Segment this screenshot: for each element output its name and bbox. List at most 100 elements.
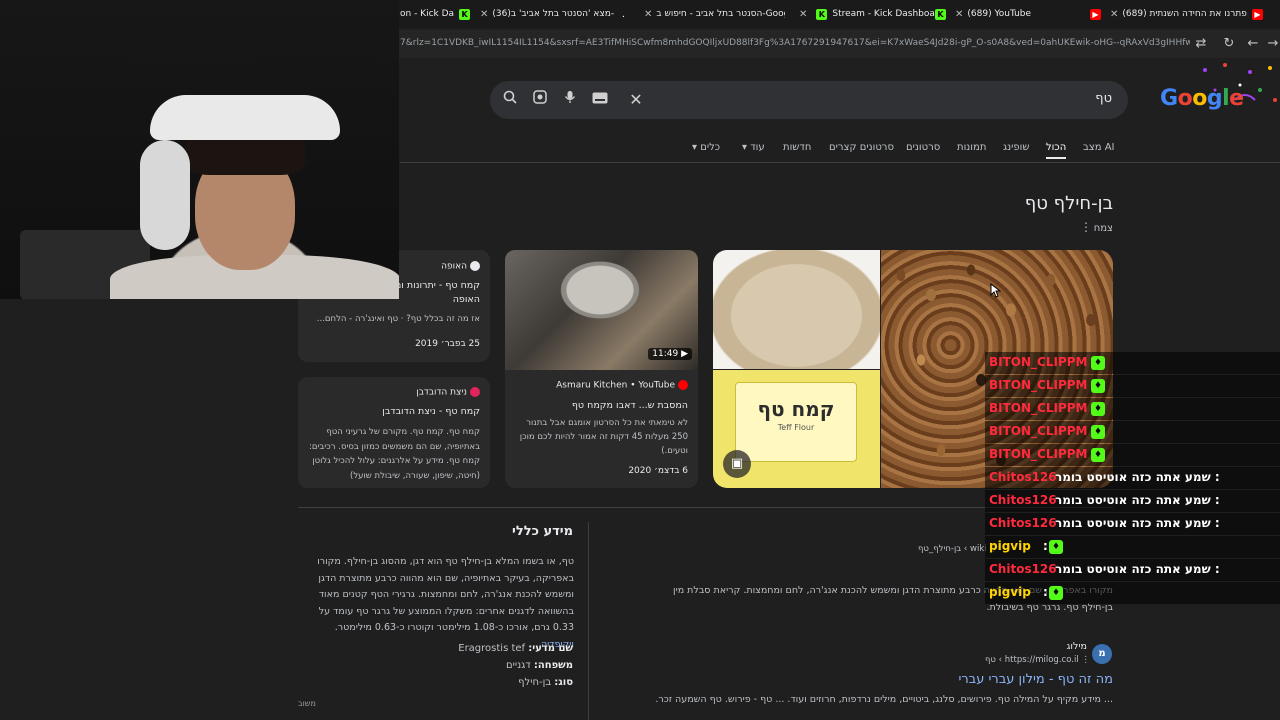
result-title-link[interactable]: מה זה טף - מילון עברי עברי (958, 672, 1113, 687)
result-snippet: ... מידע מקיף על המילה טף. פירושים, סלנג… (655, 694, 1113, 705)
article-snippet: אז מה זה בכלל טף? · טף ואינג'רה - הלחם..… (316, 314, 480, 324)
fact-value: Eragrostis tef (458, 643, 526, 654)
chat-message: BITON_CLIPPM ♦ (985, 352, 1280, 374)
feedback-link[interactable]: משוב (298, 699, 316, 708)
youtube-icon: ▶ (1090, 8, 1101, 20)
tab-images[interactable]: תמונות (957, 142, 986, 153)
info-panel-title: מידע כללי (512, 524, 573, 539)
fact-scientific-name: שם מדעי: Eragrostis tef (458, 643, 573, 654)
tiktok-icon: ♪ (619, 8, 624, 20)
tab-news[interactable]: חדשות (783, 142, 811, 153)
back-icon[interactable]: ← (1244, 35, 1262, 53)
mouse-cursor (990, 282, 1002, 298)
browser-tab[interactable]: ▶ ✕ (689) פתרנו את החידה השנתית ▶ (1085, 0, 1280, 28)
youtube-icon (678, 380, 688, 390)
browser-tab[interactable]: ✕ (36)מצא 'הסנטר בתל אביב' ב- ♪ (476, 0, 624, 28)
article-source: ניצת הדובדבן (416, 387, 480, 398)
cherry-icon (470, 387, 480, 397)
more-options-icon[interactable]: ⋮ (1079, 655, 1090, 665)
close-icon[interactable]: ✕ (799, 9, 807, 20)
url-text: https://milog.co.il › טף (985, 655, 1079, 665)
chat-username: BITON_CLIPPM (989, 424, 1088, 438)
chat-text: : שמע אתה כזה אוטיסט בומר (1055, 562, 1220, 576)
search-box[interactable]: ✕ טף (490, 81, 1128, 119)
more-options-icon[interactable]: ⋮ (1080, 220, 1092, 234)
search-query[interactable]: טף (1095, 91, 1112, 106)
video-title: המסבת ש... דאבו מקמח טף (571, 400, 688, 411)
youtube-icon: ▶ (1251, 8, 1263, 20)
tab-label: הסנטר בתל אביב - חיפוש ב-Google (656, 9, 785, 19)
chat-username: Chitos126 (989, 516, 1057, 530)
close-icon[interactable]: ✕ (955, 9, 963, 20)
tab-all[interactable]: הכול (1046, 142, 1066, 153)
chat-message: Chitos126: שמע אתה כזה אוטיסט בומר (985, 559, 1280, 581)
tab-label: (689) פתרנו את החידה השנתית (1122, 9, 1247, 19)
clear-icon[interactable]: ✕ (626, 90, 646, 110)
browser-tab[interactable]: ✕ K Stream - Kick Dashboard (795, 0, 945, 28)
chat-text: : (1043, 585, 1048, 599)
chat-message: BITON_CLIPPM ♦ (985, 421, 1280, 443)
chat-badge-icon: ♦ (1091, 448, 1105, 462)
video-date: 6 בדצמ׳ 2020 (628, 466, 688, 476)
tab-label: כלים (700, 142, 721, 153)
chat-username: BITON_CLIPPM (989, 401, 1088, 415)
source-text: האופה (441, 261, 467, 272)
tab-shopping[interactable]: שופינג (1003, 142, 1029, 153)
close-icon[interactable]: ✕ (480, 9, 488, 20)
fact-value: בן-חילף (518, 677, 552, 688)
teff-flour-image[interactable] (713, 250, 880, 369)
chat-text: : שמע אתה כזה אוטיסט בומר (1055, 493, 1220, 507)
teff-flour-package-image[interactable]: קמח טף Teff Flour ▣ (713, 370, 880, 488)
package-title: קמח טף (757, 397, 835, 421)
browser-tab[interactable]: on - Kick Da K (400, 0, 470, 28)
video-card[interactable]: 11:49 ▶ Asmaru Kitchen • YouTube המסבת ש… (505, 250, 698, 488)
close-icon[interactable]: ✕ (1110, 9, 1118, 20)
reload-icon[interactable]: ↻ (1220, 35, 1238, 53)
browser-tab[interactable]: ✕ הסנטר בתל אביב - חיפוש ב-Google G (640, 0, 785, 28)
entity-subtitle: צמח (1093, 223, 1113, 234)
chat-username: BITON_CLIPPM (989, 355, 1088, 369)
chat-badge-icon: ♦ (1049, 540, 1063, 554)
share-icon[interactable]: ⇄ (1192, 35, 1210, 53)
lens-icon[interactable] (530, 90, 550, 110)
tab-ai-mode[interactable]: מצב AI (1083, 142, 1114, 153)
tab-videos[interactable]: סרטונים (906, 142, 940, 153)
article-card[interactable]: ניצת הדובדבן קמח טף - ניצת הדובדבן קמח ט… (298, 377, 490, 488)
chat-message: Chitos126: שמע אתה כזה אוטיסט בומר (985, 513, 1280, 535)
google-logo[interactable]: Google (1160, 86, 1244, 111)
browser-tab[interactable]: K ✕ (689) YouTube (930, 0, 1070, 28)
chat-message: Chitos126: שמע אתה כזה אוטיסט בומר (985, 467, 1280, 489)
fact-genus: סוג: בן-חילף (518, 677, 573, 688)
chat-badge-icon: ♦ (1091, 402, 1105, 416)
close-icon[interactable]: ✕ (644, 9, 652, 20)
chat-username: pigvip (989, 539, 1031, 553)
chat-text: : שמע אתה כזה אוטיסט בומר (1055, 470, 1220, 484)
article-date: 25 בפבר׳ 2019 (415, 339, 480, 349)
forward-icon[interactable]: → (1264, 35, 1280, 53)
url-text: wiki › בן-חילף_טף (918, 544, 987, 554)
article-source: האופה (441, 261, 480, 272)
fact-value: דגניים (505, 660, 531, 671)
santa-hat (150, 95, 340, 140)
chat-badge-icon: ♦ (1091, 356, 1105, 370)
source-text: ניצת הדובדבן (416, 387, 467, 398)
milog-favicon: מ (1092, 644, 1112, 664)
headphones (140, 140, 190, 250)
chat-message: BITON_CLIPPM ♦ (985, 398, 1280, 420)
active-tab-indicator (1046, 157, 1066, 159)
chat-badge-icon: ♦ (1049, 586, 1063, 600)
image-search-icon[interactable]: ▣ (723, 450, 751, 478)
chat-username: Chitos126 (989, 470, 1057, 484)
tab-more[interactable]: ▾ עוד (742, 142, 765, 153)
tab-tools[interactable]: ▾ כלים (692, 142, 720, 153)
tab-label: עוד (750, 142, 765, 153)
description-text: טף, או בשמו המלא בן-חילף טף הוא דגן, מהס… (317, 556, 574, 633)
chat-username: BITON_CLIPPM (989, 447, 1088, 461)
keyboard-icon[interactable] (590, 90, 610, 110)
url-text[interactable]: 7&rlz=1C1VDKB_iwIL1154IL1154&sxsrf=AE3Ti… (400, 38, 1190, 48)
search-icon[interactable] (500, 90, 520, 110)
fact-label: סוג: (554, 677, 573, 688)
tab-short-videos[interactable]: סרטונים קצרים (829, 142, 894, 153)
microphone-icon[interactable] (560, 90, 580, 110)
result-url[interactable]: ⋮ https://milog.co.il › טף (985, 655, 1090, 665)
